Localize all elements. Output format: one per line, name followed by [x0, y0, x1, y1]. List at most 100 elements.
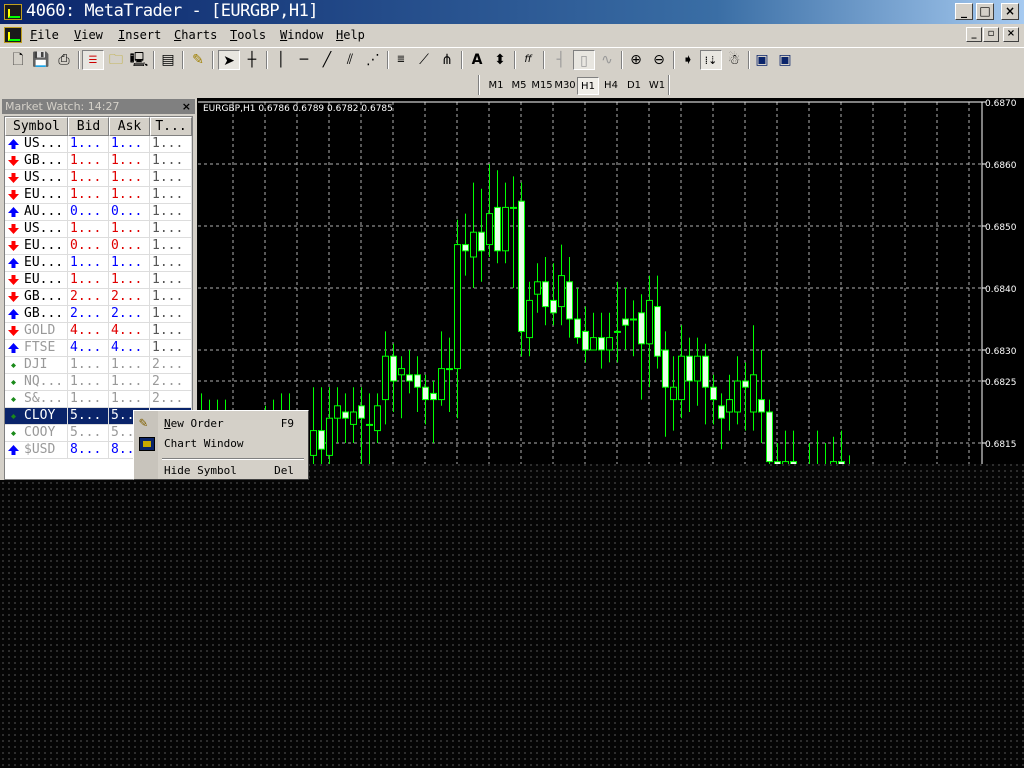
market-watch-row[interactable]: EU... 1... 1... 1...	[5, 187, 192, 204]
mdi-minimize-button[interactable]: _	[966, 27, 982, 42]
save-icon[interactable]: 💾	[30, 50, 52, 70]
timeframe-d1[interactable]: D1	[623, 77, 645, 95]
arrows-icon[interactable]: ⬍	[489, 50, 511, 70]
close-panel-icon[interactable]: ×	[182, 99, 191, 114]
market-watch-row[interactable]: EU... 1... 1... 1...	[5, 255, 192, 272]
timeframe-m5[interactable]: M5	[508, 77, 530, 95]
timeframe-m1[interactable]: M1	[485, 77, 507, 95]
new-chart-icon[interactable]: 🗋	[7, 50, 29, 70]
arrow-up-icon	[8, 343, 19, 353]
market-watch-row[interactable]: GB... 2... 2... 1...	[5, 289, 192, 306]
market-watch-row[interactable]: GOLD 4... 4... 1...	[5, 323, 192, 340]
market-watch-row[interactable]: S&... 1... 1... 2...	[5, 391, 192, 408]
fib-levels-icon[interactable]: ≣	[390, 50, 412, 70]
cell-time: 1...	[150, 238, 192, 255]
tile-window-icon[interactable]: ▣	[751, 50, 773, 70]
bar-chart-icon[interactable]: ┤	[550, 50, 572, 70]
zoom-in-icon[interactable]: ⊕	[625, 50, 647, 70]
candle-bear	[390, 355, 397, 382]
market-watch-row[interactable]: NQ... 1... 1... 2...	[5, 374, 192, 391]
candle-bull	[646, 299, 653, 345]
candle-bear	[574, 318, 581, 339]
menu-window[interactable]: Window	[280, 28, 323, 42]
candlesticks-icon[interactable]: ▯	[573, 50, 595, 70]
market-watch-row[interactable]: GB... 2... 2... 1...	[5, 306, 192, 323]
candle-bull	[510, 206, 517, 209]
market-watch-row[interactable]: US... 1... 1... 1...	[5, 221, 192, 238]
terminal-icon[interactable]: 🖳	[128, 50, 150, 70]
strategy-tester-icon[interactable]: ▤	[157, 50, 179, 70]
mdi-restore-button[interactable]: ▫	[983, 27, 999, 42]
expert-advisors-icon[interactable]: ☃	[723, 50, 745, 70]
menu-item-new-order[interactable]: New Order	[164, 417, 224, 430]
timeframe-h4[interactable]: H4	[600, 77, 622, 95]
menu-tools[interactable]: Tools	[230, 28, 266, 42]
crosshair-icon[interactable]: ┼	[241, 50, 263, 70]
menu-view[interactable]: View	[74, 28, 103, 42]
fibonacci-icon[interactable]: ⋰	[362, 50, 384, 70]
menu-item-hide-symbol[interactable]: Hide Symbol	[164, 464, 237, 477]
cell-time: 2...	[150, 391, 192, 408]
timeframe-m15[interactable]: M15	[531, 77, 553, 95]
candle-bull	[782, 461, 789, 475]
timeframe-h1[interactable]: H1	[577, 77, 599, 95]
market-watch-row[interactable]: US... 1... 1... 1...	[5, 170, 192, 187]
market-watch-row[interactable]: FTSE 4... 4... 1...	[5, 340, 192, 357]
market-watch-row[interactable]: AU... 0... 0... 1...	[5, 204, 192, 221]
cascade-window-icon[interactable]: ▣	[774, 50, 796, 70]
chart-window-icon	[139, 437, 155, 451]
cursor-icon[interactable]: ➤	[218, 50, 240, 70]
chart-window[interactable]: 0.6870 0.6860 0.6850 0.6840 0.6830 0.6825 0.68…	[198, 98, 1024, 493]
navigator-icon[interactable]: 🗀	[105, 50, 127, 70]
market-watch-icon[interactable]: ☰	[82, 50, 104, 70]
horizontal-line-icon[interactable]: ─	[293, 50, 315, 70]
mdi-close-button[interactable]: ×	[1003, 27, 1019, 42]
market-watch-row[interactable]: EU... 1... 1... 1...	[5, 272, 192, 289]
new-order-icon[interactable]: ✎	[187, 50, 209, 70]
candle-bull	[326, 417, 333, 456]
candle-bull	[350, 411, 357, 425]
market-watch-row[interactable]: US... 1... 1... 1...	[5, 136, 192, 153]
maximize-button[interactable]: □	[976, 3, 994, 20]
menu-charts[interactable]: Charts	[174, 28, 217, 42]
column-header-ask[interactable]: Ask	[109, 117, 150, 136]
cell-symbol: US...	[22, 170, 68, 187]
timeframe-w1[interactable]: W1	[646, 77, 668, 95]
market-watch-row[interactable]: DJI 1... 1... 2...	[5, 357, 192, 374]
candle-bull	[830, 461, 837, 469]
menu-help[interactable]: Help	[336, 28, 365, 42]
column-header-bid[interactable]: Bid	[68, 117, 109, 136]
menu-file[interactable]: File	[30, 28, 59, 42]
arrow-down-icon	[8, 241, 19, 251]
vertical-line-icon[interactable]: │	[270, 50, 292, 70]
market-watch-row[interactable]: GB... 1... 1... 1...	[5, 153, 192, 170]
close-button[interactable]: ×	[1001, 3, 1019, 20]
periods-icon[interactable]: ff	[517, 50, 539, 70]
channel-icon[interactable]: ⫽	[339, 50, 361, 70]
menu-item-chart-window[interactable]: Chart Window	[164, 437, 243, 450]
candle-bear	[542, 281, 549, 308]
market-watch-row[interactable]: EU... 0... 0... 1...	[5, 238, 192, 255]
trendline-icon[interactable]: ╱	[316, 50, 338, 70]
cell-symbol: GB...	[22, 306, 68, 323]
candle-bear	[462, 244, 469, 252]
text-icon[interactable]: A	[466, 50, 488, 70]
chart-shift-icon[interactable]: ⁞⇣	[700, 50, 722, 70]
cell-bid: 1...	[68, 153, 109, 170]
andrews-pitchfork-icon[interactable]: ⋔	[436, 50, 458, 70]
timeframe-m30[interactable]: M30	[554, 77, 576, 95]
candle-bull	[614, 330, 621, 333]
column-header-time[interactable]: T...	[150, 117, 192, 136]
chart-window-icon[interactable]	[4, 27, 22, 43]
cell-bid: 5...	[68, 425, 109, 442]
print-icon[interactable]: ⎙	[53, 50, 75, 70]
zoom-out-icon[interactable]: ⊖	[648, 50, 670, 70]
line-chart-icon[interactable]: ∿	[596, 50, 618, 70]
auto-scroll-icon[interactable]: ➧	[677, 50, 699, 70]
fib-fan-icon[interactable]: ⟋	[413, 50, 435, 70]
candlestick-chart[interactable]: 0.6870 0.6860 0.6850 0.6840 0.6830 0.6825 0.68…	[198, 98, 1024, 493]
minimize-button[interactable]: _	[955, 3, 973, 20]
menu-insert[interactable]: Insert	[118, 28, 161, 42]
cell-ask: 1...	[109, 187, 150, 204]
column-header-symbol[interactable]: Symbol	[5, 117, 68, 136]
